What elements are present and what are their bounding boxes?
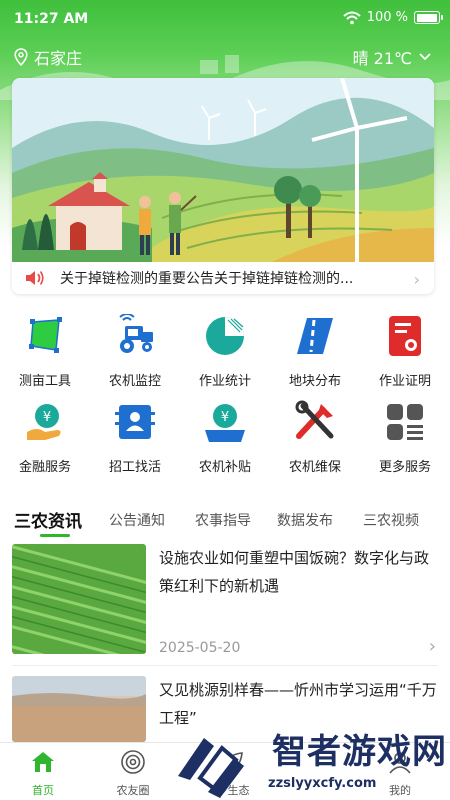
svg-text:¥: ¥ [43, 410, 51, 425]
shortcut-recruit[interactable]: 招工找活 [90, 400, 180, 475]
repair-tools-icon [295, 400, 334, 439]
more-services-icon [387, 404, 423, 440]
banner-farm-illustration [12, 78, 434, 262]
wifi-icon [343, 11, 361, 24]
shortcut-machine-maintenance[interactable]: 农机维保 [270, 400, 360, 475]
shortcut-more-services[interactable]: 更多服务 [360, 400, 450, 475]
location-selector[interactable]: 石家庄 [14, 45, 82, 69]
tab-sannong-news[interactable]: 三农资讯 [14, 507, 82, 532]
shortcut-label: 更多服务 [378, 460, 431, 475]
notice-bar[interactable]: 关于掉链检测的重要公告关于掉链掉链检测的... › [12, 262, 434, 294]
shortcut-machine-monitor[interactable]: 农机监控 [90, 313, 180, 389]
notice-text: 关于掉链检测的重要公告关于掉链掉链检测的... [60, 271, 354, 287]
shortcut-label: 地块分布 [288, 374, 341, 389]
shortcut-label: 农机补贴 [198, 460, 251, 475]
battery-icon [414, 11, 443, 24]
city-name: 石家庄 [34, 49, 83, 68]
divider [12, 665, 438, 666]
news-item[interactable]: 设施农业如何重塑中国饭碗？数字化与政策红利下的新机遇 2025-05-20 › [12, 544, 438, 657]
watermark-url: zzslyyxcfy.com [268, 776, 377, 791]
shortcut-work-stats[interactable]: 作业统计 [180, 314, 270, 389]
shortcut-plot-distribution[interactable]: 地块分布 [270, 314, 360, 389]
pie-chart-icon [206, 317, 244, 355]
status-time: 11:27 AM [14, 11, 89, 27]
shortcut-label: 作业证明 [378, 374, 431, 389]
weather-selector[interactable]: 晴 21℃ [353, 45, 432, 69]
measure-icon [29, 317, 62, 353]
subsidy-icon: ¥ [205, 404, 245, 442]
nav-home[interactable]: 首页 [3, 749, 83, 798]
circle-icon [121, 750, 145, 774]
watermark-text: 智者游戏网 [272, 732, 447, 772]
nav-label: 农友圈 [116, 784, 150, 797]
weather-text: 晴 21℃ [352, 49, 412, 68]
battery-level [416, 13, 437, 22]
speaker-icon [26, 271, 44, 285]
news-date: 2025-05-20 [159, 640, 241, 656]
shortcut-finance[interactable]: ¥ 金融服务 [0, 400, 90, 475]
tab-data-release[interactable]: 数据发布 [277, 510, 333, 530]
certificate-icon [389, 316, 421, 356]
battery-percent: 100 % [366, 10, 408, 25]
road-map-icon [297, 318, 333, 354]
chevron-right-icon: › [428, 636, 436, 657]
nav-label: 首页 [32, 784, 54, 797]
tab-sannong-video[interactable]: 三农视频 [363, 510, 419, 530]
shortcut-label: 农机维保 [288, 460, 341, 475]
chevron-right-icon: › [413, 270, 420, 289]
tab-farming-guide[interactable]: 农事指导 [195, 510, 251, 530]
shortcut-label: 农机监控 [108, 374, 161, 389]
shortcut-machine-subsidy[interactable]: ¥ 农机补贴 [180, 400, 270, 475]
shortcut-measure-tool[interactable]: 测亩工具 [0, 314, 90, 389]
tab-announcements[interactable]: 公告通知 [109, 510, 165, 530]
svg-text:¥: ¥ [221, 410, 229, 425]
nav-farmer-circle[interactable]: 农友圈 [93, 749, 173, 798]
shortcut-label: 测亩工具 [18, 374, 71, 389]
news-title: 设施农业如何重塑中国饭碗？数字化与政策红利下的新机遇 [159, 549, 430, 595]
tractor-monitor-icon [119, 313, 153, 353]
shortcut-work-certificate[interactable]: 作业证明 [360, 314, 450, 389]
finance-icon: ¥ [27, 404, 61, 440]
chevron-down-icon [419, 53, 431, 61]
active-tab-indicator [40, 534, 70, 537]
shortcut-label: 金融服务 [18, 460, 71, 475]
news-thumbnail-village [12, 676, 146, 742]
news-thumbnail-crop-field [12, 544, 146, 654]
location-pin-icon [14, 48, 28, 66]
home-icon [32, 752, 54, 772]
news-tabs: 三农资讯 公告通知 农事指导 数据发布 三农视频 [0, 506, 450, 537]
shortcut-label: 作业统计 [198, 374, 251, 389]
status-bar: 11:27 AM 100 % [0, 0, 450, 40]
banner-carousel[interactable]: 关于掉链检测的重要公告关于掉链掉链检测的... › [12, 78, 434, 294]
shortcut-label: 招工找活 [108, 460, 161, 475]
recruit-icon [115, 405, 155, 439]
